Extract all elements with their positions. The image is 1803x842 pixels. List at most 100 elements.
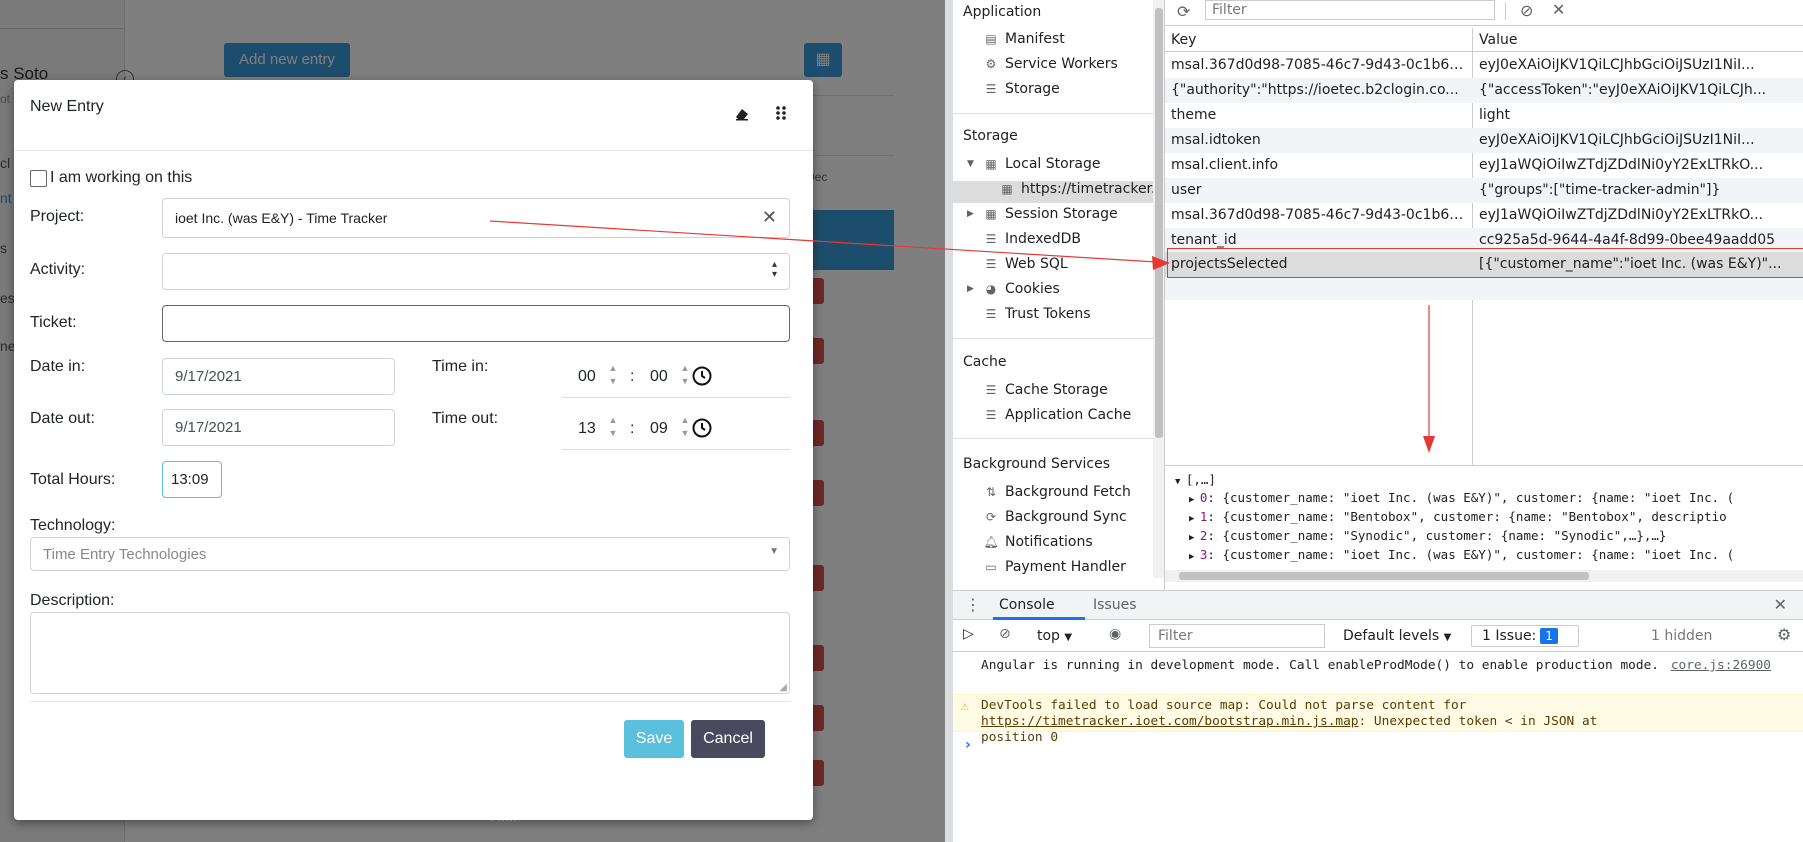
row-key: {"authority":"https://ioetec.b2clogin.co… [1171,82,1459,98]
preview-root[interactable]: ▼ [,…] [1175,472,1216,487]
cookie-icon: ◕ [985,282,997,296]
date-in-input[interactable]: 9/17/2021 [162,358,395,395]
context-selector[interactable]: top ▼ [1037,628,1072,644]
clock-icon[interactable] [692,366,712,386]
expand-right-icon[interactable]: ▶ [1189,552,1200,562]
value-column-header[interactable]: Value [1479,32,1517,48]
eye-icon[interactable]: ◉ [1109,626,1121,642]
sidebar-item-notifications[interactable]: 🔔︎ Notifications [983,534,1093,550]
table-row[interactable]: theme light [1165,103,1803,128]
time-in-minute[interactable]: 00 [650,368,668,386]
minute-spinner[interactable]: ▲ ▼ [680,362,690,388]
technology-select[interactable]: Time Entry Technologies ▼ [30,537,790,571]
sidebar-item-origin[interactable]: ▦ https://timetracker.i [999,181,1159,197]
cancel-button[interactable]: Cancel [691,720,765,758]
expand-down-icon[interactable]: ▼ [967,159,977,169]
expand-down-icon[interactable]: ▼ [1175,477,1186,487]
sidebar-item-web-sql[interactable]: ☰ Web SQL [983,256,1068,272]
console-message-source[interactable]: core.js:26900 [1671,658,1771,673]
description-textarea[interactable]: ◢ [30,612,790,694]
tab-console[interactable]: Console [999,597,1055,613]
expand-right-icon[interactable]: ▶ [967,284,977,294]
settings-gear-icon[interactable]: ⚙ [1777,625,1791,644]
expand-right-icon[interactable]: ▶ [1189,495,1200,505]
date-out-input[interactable]: 9/17/2021 [162,409,395,446]
clear-console-icon[interactable]: ⊘ [999,626,1011,642]
drag-handle-icon[interactable] [770,102,792,124]
expand-right-icon[interactable]: ▶ [1189,533,1200,543]
minute-spinner[interactable]: ▲ ▼ [680,414,690,440]
section-divider [953,113,1153,114]
preview-scroll-thumb[interactable] [1179,572,1589,580]
clock-icon[interactable] [692,418,712,438]
preview-item[interactable]: ▶ 0: {customer_name: "ioet Inc. (was E&Y… [1189,490,1734,505]
sidebar-item-label: Notifications [1005,534,1093,550]
table-row[interactable]: msal.idtoken eyJ0eXAiOiJKV1QiLCJhbGciOiJS… [1165,128,1803,153]
sidebar-scroll-thumb[interactable] [1155,8,1163,438]
hour-spinner[interactable]: ▲ ▼ [608,362,618,388]
sidebar-item-background-sync[interactable]: ⟳ Background Sync [983,509,1127,525]
time-out-hour[interactable]: 13 [578,420,596,438]
sidebar-item-indexeddb[interactable]: ☰ IndexedDB [983,231,1081,247]
eraser-icon[interactable] [731,102,753,124]
console-filter-input[interactable]: Filter [1149,624,1325,648]
table-row[interactable]: msal.367d0d98-7085-46c7-9d43-0c1b65... ey… [1165,53,1803,78]
preview-item[interactable]: ▶ 3: {customer_name: "ioet Inc. (was E&Y… [1189,547,1734,562]
database-icon: ☰ [985,82,997,96]
time-in-hour[interactable]: 00 [578,368,596,386]
log-levels-dropdown[interactable]: Default levels ▼ [1343,628,1451,644]
table-row[interactable]: user {"groups":["time-tracker-admin"]} [1165,178,1803,203]
key-column-header[interactable]: Key [1171,32,1196,48]
row-value: {"accessToken":"eyJ0eXAiOiJKV1QiLCJh... [1479,82,1767,98]
more-tabs-icon[interactable]: ⋮ [965,595,981,614]
sidebar-item-cookies[interactable]: ▶ ◕ Cookies [967,281,1060,297]
sidebar-item-application-cache[interactable]: ☰ Application Cache [983,407,1132,423]
table-row[interactable]: msal.client.info eyJ1aWQiOiIwZTdjZDdlNi0y… [1165,153,1803,178]
expand-right-icon[interactable]: ▶ [1189,514,1200,524]
storage-filter-input[interactable]: Filter [1205,0,1495,20]
ticket-input[interactable] [162,305,790,342]
sidebar-item-session-storage[interactable]: ▶ ▦ Session Storage [967,206,1118,222]
console-warning: ⚠ DevTools failed to load source map: Co… [953,694,1803,745]
date-in-label: Date in: [30,358,86,375]
sidebar-item-cache-storage[interactable]: ☰ Cache Storage [983,382,1108,398]
clear-project-icon[interactable]: ✕ [762,207,777,228]
expand-right-icon[interactable]: ▶ [967,209,977,219]
sidebar-item-background-fetch[interactable]: ⇅ Background Fetch [983,484,1131,500]
sidebar-toggle-icon[interactable]: ▷ [963,626,974,642]
sidebar-item-storage[interactable]: ☰ Storage [983,81,1060,97]
sidebar-item-label: Storage [1005,81,1060,97]
sidebar-item-trust-tokens[interactable]: ☰ Trust Tokens [983,306,1091,322]
source-map-link[interactable]: https://timetracker.ioet.com/bootstrap.m… [981,714,1359,729]
sidebar-item-label: Payment Handler [1005,559,1126,575]
modal-title: New Entry [30,98,104,115]
sidebar-item-manifest[interactable]: ▤ Manifest [983,31,1064,47]
sidebar-item-service-workers[interactable]: ⚙ Service Workers [983,56,1118,72]
sidebar-item-local-storage[interactable]: ▼ ▦ Local Storage [967,156,1101,172]
table-row[interactable]: msal.367d0d98-7085-46c7-9d43-0c1b65... ey… [1165,203,1803,228]
issues-badge[interactable]: 1 Issue: 1 [1471,625,1579,647]
preview-scrollbar[interactable] [1165,570,1803,582]
save-button[interactable]: Save [624,720,684,758]
activity-select[interactable]: ▴ ▾ [162,253,790,290]
refresh-icon[interactable]: ⟳ [1177,2,1190,21]
time-out-minute[interactable]: 09 [650,420,668,438]
close-drawer-icon[interactable]: ✕ [1774,595,1787,614]
devtools-panel: Application ▤ Manifest ⚙ Service Workers ☰… [945,0,1803,842]
sidebar-item-payment-handler[interactable]: ▭ Payment Handler [983,559,1126,575]
resize-handle-icon[interactable]: ◢ [779,682,787,693]
hour-spinner[interactable]: ▲ ▼ [608,414,618,440]
console-message-text: Angular is running in development mode. … [981,658,1659,673]
console-prompt[interactable]: › [965,737,971,753]
table-row[interactable]: {"authority":"https://ioetec.b2clogin.co… [1165,78,1803,103]
project-select[interactable]: ioet Inc. (was E&Y) - Time Tracker ✕ [162,198,790,238]
delete-selected-icon[interactable]: ✕ [1552,0,1565,19]
sidebar-item-label: IndexedDB [1005,231,1081,247]
clear-all-icon[interactable]: ⊘ [1520,1,1533,20]
tab-issues[interactable]: Issues [1093,597,1137,613]
background-services-header: Background Services [963,456,1111,472]
working-checkbox[interactable] [30,170,47,187]
preview-item[interactable]: ▶ 2: {customer_name: "Synodic", customer… [1189,528,1666,543]
preview-item[interactable]: ▶ 1: {customer_name: "Bentobox", custome… [1189,509,1727,524]
total-hours-input[interactable]: 13:09 [162,461,222,498]
